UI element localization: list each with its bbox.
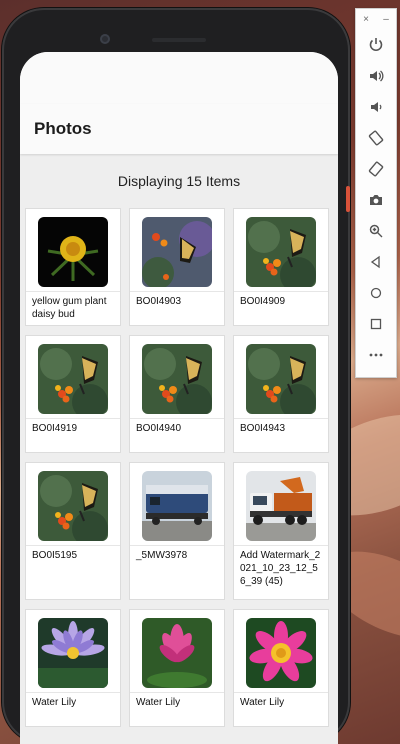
overview-icon (370, 318, 382, 329)
photo-image (38, 217, 108, 287)
phone-frame: Photos Displaying 15 Items yellow gum pl… (2, 8, 350, 744)
photo-card[interactable]: BO0I4903 (129, 208, 225, 326)
photo-caption: _5MW3978 (130, 545, 224, 562)
rotate-right-button[interactable] (356, 153, 396, 184)
volume-down-icon (371, 101, 382, 112)
photo-image (38, 471, 108, 541)
photo-thumbnail[interactable] (38, 344, 108, 414)
earpiece (152, 38, 206, 42)
photo-list[interactable]: Displaying 15 Items yellow gum plant dai… (20, 154, 338, 744)
photo-thumbnail[interactable] (246, 471, 316, 541)
more-icon (369, 353, 383, 356)
photo-image (142, 471, 212, 541)
photo-image (38, 618, 108, 688)
photo-thumbnail[interactable] (38, 471, 108, 541)
power-button[interactable] (356, 29, 396, 60)
photo-card[interactable]: _5MW3978 (129, 462, 225, 600)
item-count: Displaying 15 Items (117, 173, 241, 189)
photo-thumbnail[interactable] (38, 217, 108, 287)
photo-caption: Add Watermark_2021_10_23_12_56_39 (45) (234, 545, 328, 588)
photo-thumbnail[interactable] (142, 618, 212, 688)
photo-card[interactable]: BO0I5195 (25, 462, 121, 600)
photo-image (246, 344, 316, 414)
photo-image (142, 217, 212, 287)
photo-thumbnail[interactable] (142, 344, 212, 414)
page-title: Photos (34, 119, 92, 138)
photo-grid: yellow gum plant daisy bud BO0I4903 BO0I49… (25, 208, 333, 727)
minimize-window-button[interactable]: – (383, 14, 389, 25)
photo-card[interactable]: BO0I4943 (233, 335, 329, 453)
photo-image (142, 618, 212, 688)
front-camera (100, 34, 110, 44)
photo-image (38, 344, 108, 414)
photo-caption: BO0I4943 (234, 418, 328, 435)
photo-caption: yellow gum plant daisy bud (26, 291, 120, 321)
volume-up-button[interactable] (356, 60, 396, 91)
photo-card[interactable]: Water Lily (129, 609, 225, 727)
photo-card[interactable]: BO0I4940 (129, 335, 225, 453)
camera-icon (370, 194, 382, 205)
photo-card[interactable]: BO0I4919 (25, 335, 121, 453)
photo-card[interactable]: Water Lily (25, 609, 121, 727)
photo-card[interactable]: BO0I4909 (233, 208, 329, 326)
app-bar: Photos (20, 104, 338, 154)
volume-up-icon (370, 70, 384, 81)
photo-thumbnail[interactable] (142, 471, 212, 541)
home-button[interactable] (356, 277, 396, 308)
photo-card[interactable]: yellow gum plant daisy bud (25, 208, 121, 326)
rotate-left-icon (368, 130, 384, 145)
rotate-right-icon (368, 161, 384, 176)
photo-card[interactable]: Water Lily (233, 609, 329, 727)
photo-thumbnail[interactable] (142, 217, 212, 287)
photo-caption: Water Lily (130, 692, 224, 709)
photo-card[interactable]: Add Watermark_2021_10_23_12_56_39 (45) (233, 462, 329, 600)
home-icon (370, 287, 382, 298)
phone-screen: Photos Displaying 15 Items yellow gum pl… (20, 52, 338, 744)
photo-caption: Water Lily (26, 692, 120, 709)
photo-image (246, 618, 316, 688)
photo-caption: Water Lily (234, 692, 328, 709)
photo-thumbnail[interactable] (246, 618, 316, 688)
photo-image (246, 471, 316, 541)
volume-down-button[interactable] (356, 91, 396, 122)
photo-caption: BO0I4903 (130, 291, 224, 308)
zoom-icon (369, 224, 383, 237)
status-bar (20, 52, 338, 104)
power-icon (369, 37, 383, 51)
photo-caption: BO0I4919 (26, 418, 120, 435)
photo-image (142, 344, 212, 414)
close-window-button[interactable]: × (363, 14, 369, 25)
more-button[interactable] (356, 339, 396, 370)
overview-button[interactable] (356, 308, 396, 339)
photo-thumbnail[interactable] (246, 344, 316, 414)
photo-image (246, 217, 316, 287)
emulator-toolbar: × – (355, 8, 397, 378)
photo-thumbnail[interactable] (38, 618, 108, 688)
photo-thumbnail[interactable] (246, 217, 316, 287)
screenshot-button[interactable] (356, 184, 396, 215)
power-side-button (346, 186, 350, 212)
zoom-button[interactable] (356, 215, 396, 246)
back-button[interactable] (356, 246, 396, 277)
back-icon (370, 255, 380, 268)
rotate-left-button[interactable] (356, 122, 396, 153)
photo-caption: BO0I5195 (26, 545, 120, 562)
photo-caption: BO0I4909 (234, 291, 328, 308)
photo-caption: BO0I4940 (130, 418, 224, 435)
